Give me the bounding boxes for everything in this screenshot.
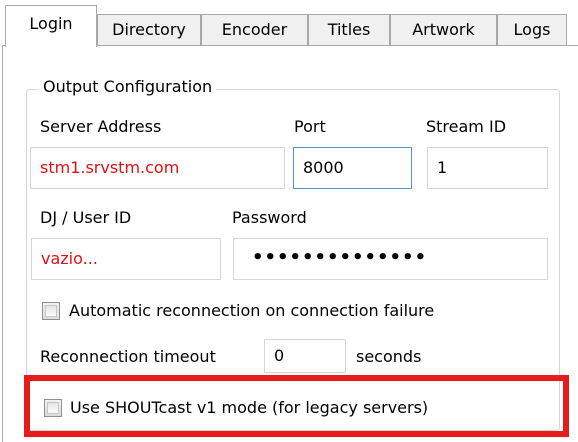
port-label: Port: [294, 117, 326, 136]
reconnection-timeout-label: Reconnection timeout: [40, 347, 216, 366]
red-highlight-box: [24, 375, 569, 437]
server-address-input[interactable]: stm1.srvstm.com: [30, 147, 285, 189]
tab-titles[interactable]: Titles: [308, 14, 390, 45]
user-id-label: DJ / User ID: [40, 208, 132, 227]
tab-bar: Login Directory Encoder Titles Artwork L…: [0, 0, 578, 47]
seconds-unit-label: seconds: [356, 347, 422, 366]
server-address-label: Server Address: [40, 117, 162, 136]
tab-logs[interactable]: Logs: [497, 14, 567, 45]
port-input[interactable]: 8000: [293, 147, 412, 189]
tab-login[interactable]: Login: [5, 5, 97, 47]
login-settings-window: Login Directory Encoder Titles Artwork L…: [0, 0, 578, 442]
auto-reconnect-label[interactable]: Automatic reconnection on connection fai…: [69, 300, 434, 322]
tab-directory[interactable]: Directory: [97, 14, 201, 45]
password-label: Password: [232, 208, 307, 227]
reconnection-timeout-input[interactable]: 0: [264, 339, 346, 373]
tab-encoder[interactable]: Encoder: [201, 14, 308, 45]
auto-reconnect-checkbox[interactable]: [42, 302, 60, 320]
group-title: Output Configuration: [39, 75, 217, 99]
stream-id-input[interactable]: 1: [427, 147, 548, 189]
tab-artwork[interactable]: Artwork: [390, 14, 497, 45]
stream-id-label: Stream ID: [426, 117, 507, 136]
user-id-input[interactable]: vazio...: [31, 238, 221, 280]
password-input[interactable]: ••••••••••••••: [233, 238, 548, 280]
